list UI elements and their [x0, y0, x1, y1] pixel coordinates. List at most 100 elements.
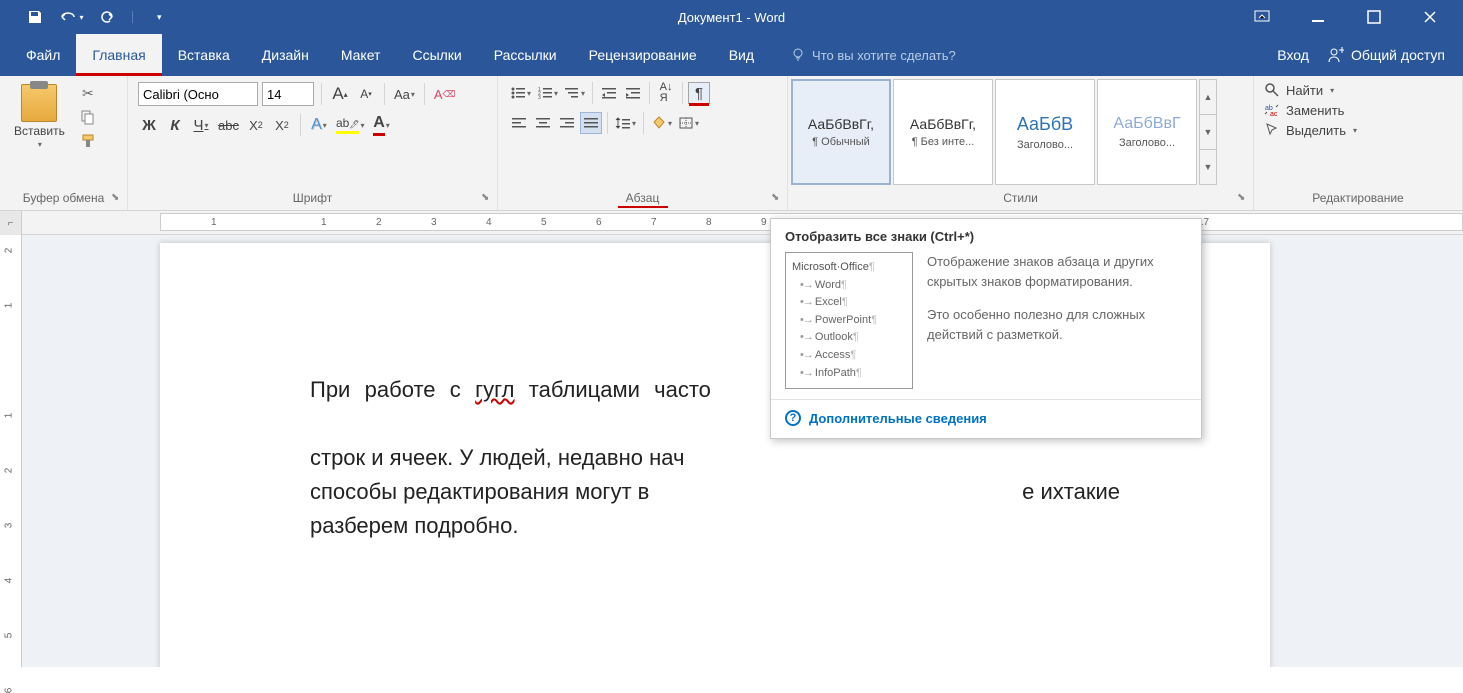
format-painter-icon[interactable]: [79, 132, 97, 150]
maximize-button[interactable]: [1351, 2, 1397, 32]
style-heading1[interactable]: АаБбВ Заголово...: [995, 79, 1095, 185]
tooltip-thumbnail: Microsoft·Office¶ Word¶ Excel¶ PowerPoin…: [785, 252, 913, 389]
tab-file[interactable]: Файл: [10, 34, 76, 76]
group-font: A▴ A▾ Aa▾ A⌫ Ж К Ч▾ abc X2 X2 A▾ ab🖊▾ A▾…: [128, 76, 498, 210]
styles-label: Стили: [788, 188, 1253, 210]
style-normal[interactable]: АаБбВвГг, ¶ Обычный: [791, 79, 891, 185]
numbering-button[interactable]: 123▾: [535, 82, 560, 104]
borders-button[interactable]: ▾: [676, 112, 701, 134]
close-button[interactable]: [1407, 2, 1453, 32]
styles-launcher[interactable]: ⬊: [1237, 192, 1249, 204]
tab-mailings[interactable]: Рассылки: [478, 34, 573, 76]
tooltip-show-all-marks: Отобразить все знаки (Ctrl+*) Microsoft·…: [770, 218, 1202, 439]
clipboard-icon: [21, 84, 57, 122]
bullets-button[interactable]: ▾: [508, 82, 533, 104]
find-button[interactable]: Найти▾: [1264, 82, 1334, 98]
tab-selector[interactable]: ⌐: [0, 211, 22, 235]
font-label: Шрифт: [128, 188, 497, 210]
tab-design[interactable]: Дизайн: [246, 34, 325, 76]
quick-access-toolbar: ▾ │ ▾: [0, 2, 174, 32]
ribbon: Вставить ▾ ✂ Буфер обмена ⬊ A▴: [0, 76, 1463, 211]
font-launcher[interactable]: ⬊: [481, 192, 493, 204]
styles-down[interactable]: ▼: [1200, 115, 1216, 150]
lightbulb-icon: [790, 47, 806, 63]
shading-button[interactable]: ▾: [649, 112, 674, 134]
window-title: Документ1 - Word: [678, 10, 785, 25]
change-case-button[interactable]: Aa▾: [392, 83, 417, 105]
horizontal-ruler[interactable]: ⌐ 3 2 1 1 2 3 4 5 6 7 8 9 10 11 12 13 14…: [0, 211, 1463, 235]
copy-icon[interactable]: [79, 108, 97, 126]
clipboard-label: Буфер обмена: [0, 188, 127, 210]
paste-button[interactable]: Вставить ▾: [6, 80, 73, 153]
superscript-button[interactable]: X2: [271, 114, 293, 136]
cut-icon[interactable]: ✂: [79, 84, 97, 102]
share-label: Общий доступ: [1351, 47, 1445, 63]
tab-insert[interactable]: Вставка: [162, 34, 246, 76]
font-name-combo[interactable]: [138, 82, 258, 106]
justify-button[interactable]: [580, 112, 602, 134]
share-button[interactable]: Общий доступ: [1327, 46, 1445, 64]
group-clipboard: Вставить ▾ ✂ Буфер обмена ⬊: [0, 76, 128, 210]
tab-view[interactable]: Вид: [713, 34, 770, 76]
show-hide-marks-button[interactable]: ¶: [688, 82, 710, 104]
underline-button[interactable]: Ч▾: [190, 114, 212, 136]
share-icon: [1327, 46, 1345, 64]
multilevel-list-button[interactable]: ▾: [562, 82, 587, 104]
ribbon-options-icon[interactable]: [1239, 2, 1285, 32]
tooltip-description: Отображение знаков абзаца и других скрыт…: [927, 252, 1187, 389]
font-size-combo[interactable]: [262, 82, 314, 106]
paragraph-launcher[interactable]: ⬊: [771, 192, 783, 204]
undo-button[interactable]: ▾: [56, 2, 86, 32]
font-color-button[interactable]: A▾: [371, 114, 393, 136]
window-controls: [1239, 2, 1463, 32]
grow-font-icon[interactable]: A▴: [329, 83, 351, 105]
styles-more[interactable]: ▼: [1200, 150, 1216, 184]
clear-formatting-icon[interactable]: A⌫: [432, 83, 457, 105]
bold-button[interactable]: Ж: [138, 114, 160, 136]
decrease-indent-button[interactable]: [598, 82, 620, 104]
info-icon: ?: [785, 410, 801, 426]
tooltip-more-info-link[interactable]: ? Дополнительные сведения: [785, 410, 1187, 426]
tab-references[interactable]: Ссылки: [396, 34, 477, 76]
select-button[interactable]: Выделить▾: [1264, 122, 1357, 138]
redo-button[interactable]: [92, 2, 122, 32]
shrink-font-icon[interactable]: A▾: [355, 83, 377, 105]
highlight-button[interactable]: ab🖊▾: [334, 114, 367, 136]
align-right-button[interactable]: [556, 112, 578, 134]
svg-text:ac: ac: [1270, 111, 1278, 118]
clipboard-launcher[interactable]: ⬊: [111, 192, 123, 204]
group-paragraph: ▾ 123▾ ▾ А↓Я ¶ ▾ ▾ ▾: [498, 76, 788, 210]
text-effects-button[interactable]: A▾: [308, 114, 330, 136]
replace-icon: abac: [1264, 102, 1280, 118]
search-icon: [1264, 82, 1280, 98]
tab-home[interactable]: Главная: [76, 34, 161, 76]
qat-customize[interactable]: ▾: [144, 2, 174, 32]
svg-text:3: 3: [538, 95, 541, 100]
tab-layout[interactable]: Макет: [325, 34, 397, 76]
italic-button[interactable]: К: [164, 114, 186, 136]
subscript-button[interactable]: X2: [245, 114, 267, 136]
vertical-ruler[interactable]: 2 1 1 2 3 4 5 6: [0, 235, 22, 667]
login-button[interactable]: Вход: [1277, 47, 1309, 63]
qat-separator: │: [130, 12, 136, 23]
menu-right: Вход Общий доступ: [1277, 34, 1463, 76]
tab-review[interactable]: Рецензирование: [573, 34, 713, 76]
style-no-spacing[interactable]: АаБбВвГг, ¶ Без инте...: [893, 79, 993, 185]
tell-me-search[interactable]: Что вы хотите сделать?: [790, 34, 956, 76]
titlebar: ▾ │ ▾ Документ1 - Word: [0, 0, 1463, 34]
increase-indent-button[interactable]: [622, 82, 644, 104]
strikethrough-button[interactable]: abc: [216, 114, 241, 136]
align-center-button[interactable]: [532, 112, 554, 134]
styles-up[interactable]: ▲: [1200, 80, 1216, 115]
cursor-icon: [1264, 122, 1280, 138]
line-spacing-button[interactable]: ▾: [613, 112, 638, 134]
tooltip-title: Отобразить все знаки (Ctrl+*): [771, 227, 1201, 252]
minimize-button[interactable]: [1295, 2, 1341, 32]
save-icon[interactable]: [20, 2, 50, 32]
style-heading2[interactable]: АаБбВвГ Заголово...: [1097, 79, 1197, 185]
paragraph-label: Абзац: [498, 188, 787, 210]
sort-button[interactable]: А↓Я: [655, 82, 677, 104]
page-viewport[interactable]: При работе с гугл таблицами часто возник…: [22, 235, 1463, 667]
replace-button[interactable]: abac Заменить: [1264, 102, 1344, 118]
align-left-button[interactable]: [508, 112, 530, 134]
